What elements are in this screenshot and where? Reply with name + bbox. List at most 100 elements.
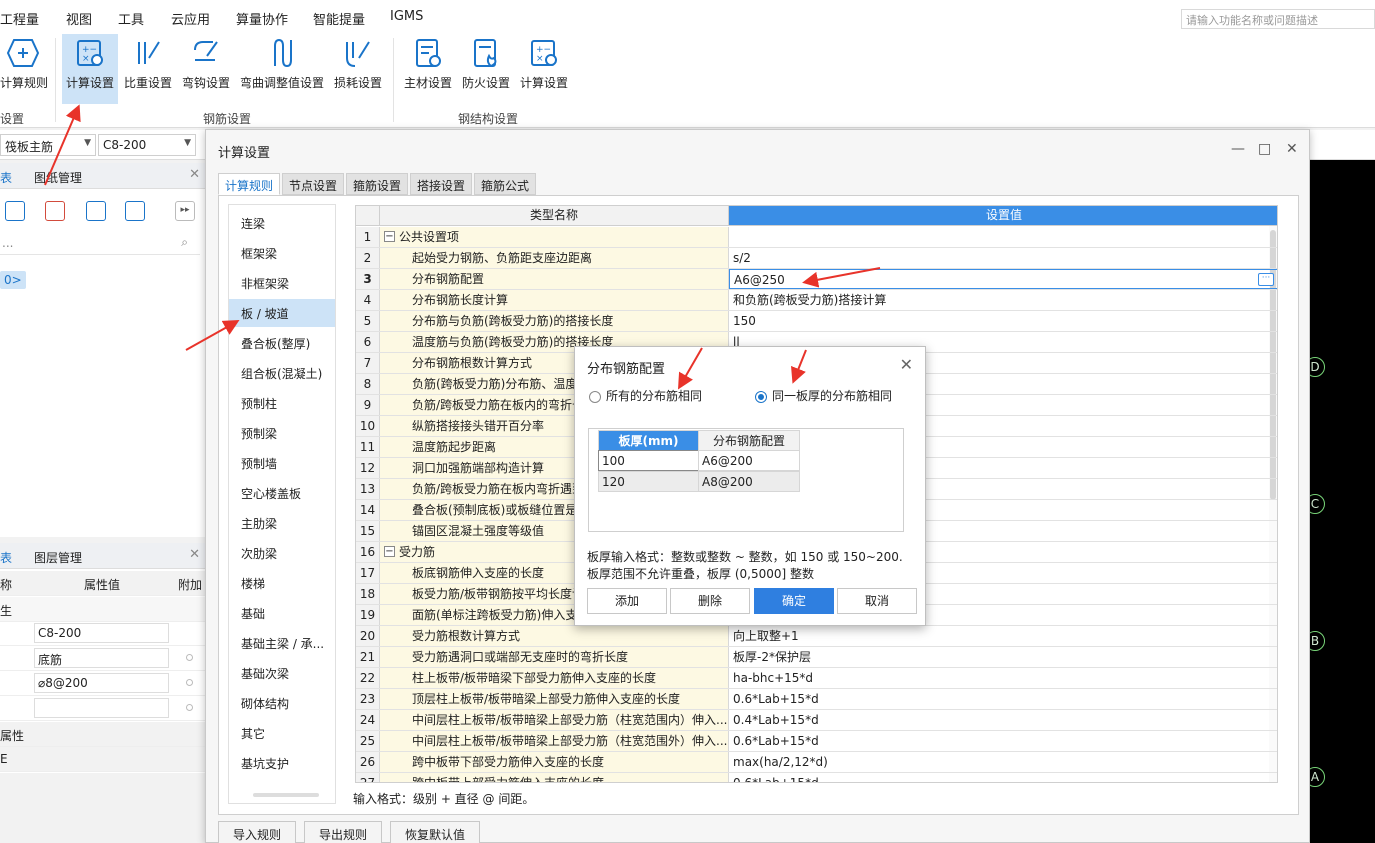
ok-button[interactable]: 确定: [754, 588, 834, 614]
config-cell[interactable]: A8@200: [698, 471, 800, 492]
menu-cloud[interactable]: 云应用: [171, 9, 210, 28]
table-row[interactable]: 3 分布钢筋配置 A6@250 ···: [356, 269, 1277, 290]
tab-lap-settings[interactable]: 搭接设置: [410, 173, 473, 195]
calc-settings-button[interactable]: +− × 计算设置: [62, 34, 118, 104]
nav-scrollbar[interactable]: [253, 793, 319, 797]
nav-item[interactable]: 其它: [229, 719, 335, 747]
delete-icon[interactable]: [45, 201, 65, 221]
nav-item[interactable]: 基础次梁: [229, 659, 335, 687]
setting-value[interactable]: ha-bhc+15*d: [729, 668, 1277, 688]
close-icon[interactable]: ✕: [189, 547, 200, 562]
table-row[interactable]: 4 分布钢筋长度计算 和负筋(跨板受力筋)搭接计算: [356, 290, 1277, 311]
nav-item[interactable]: 预制柱: [229, 389, 335, 417]
setting-value[interactable]: s/2: [729, 248, 1277, 268]
tab-calc-rules[interactable]: 计算规则: [218, 173, 281, 195]
hook-settings-button[interactable]: 弯钩设置: [180, 34, 232, 104]
maximize-icon[interactable]: □: [1258, 141, 1271, 157]
nav-item[interactable]: 次肋梁: [229, 539, 335, 567]
tab-stirrup-settings[interactable]: 箍筋设置: [346, 173, 409, 195]
setting-value[interactable]: 0.4*Lab+15*d: [729, 710, 1277, 730]
nav-item[interactable]: 组合板(混凝土): [229, 359, 335, 387]
copy-icon[interactable]: [5, 201, 25, 221]
nav-item[interactable]: 连梁: [229, 209, 335, 237]
specific-gravity-button[interactable]: 比重设置: [122, 34, 174, 104]
setting-value[interactable]: 向上取整+1: [729, 626, 1277, 646]
nav-item[interactable]: 砌体结构: [229, 689, 335, 717]
menu-tools[interactable]: 工具: [118, 9, 144, 28]
menu-igms[interactable]: IGMS: [390, 9, 423, 24]
close-icon[interactable]: ✕: [900, 355, 913, 374]
tab-stirrup-formula[interactable]: 箍筋公式: [474, 173, 537, 195]
table-row[interactable]: 26 跨中板带下部受力筋伸入支座的长度 max(ha/2,12*d): [356, 752, 1277, 773]
table-row[interactable]: 20 受力筋根数计算方式 向上取整+1: [356, 626, 1277, 647]
setting-value[interactable]: 150: [729, 311, 1277, 331]
nav-item[interactable]: 空心楼盖板: [229, 479, 335, 507]
add-button[interactable]: 添加: [587, 588, 667, 614]
table-row[interactable]: 24 中间层柱上板带/板带暗梁上部受力筋（柱宽范围内）伸入... 0.4*Lab+1…: [356, 710, 1277, 731]
radio-all-same[interactable]: 所有的分布筋相同: [589, 387, 702, 404]
nav-item[interactable]: 楼梯: [229, 569, 335, 597]
minimize-icon[interactable]: —: [1231, 141, 1245, 157]
thickness-cell[interactable]: 100: [598, 450, 699, 471]
table-row[interactable]: 2 起始受力钢筋、负筋距支座边距离 s/2: [356, 248, 1277, 269]
tab-table[interactable]: 表: [0, 169, 12, 186]
fireproof-button[interactable]: 防火设置: [460, 34, 512, 104]
collapse-icon[interactable]: −: [384, 546, 395, 557]
type-select[interactable]: 筏板主筋 ▼: [0, 134, 96, 156]
config-cell[interactable]: A6@200: [698, 450, 800, 471]
nav-item[interactable]: 板 / 坡道: [229, 299, 335, 327]
table-row[interactable]: 22 柱上板带/板带暗梁下部受力筋伸入支座的长度 ha-bhc+15*d: [356, 668, 1277, 689]
import-rules-button[interactable]: 导入规则: [218, 821, 297, 843]
tab-layer-manage[interactable]: 图层管理: [34, 549, 82, 566]
menu-smart[interactable]: 智能提量: [313, 9, 365, 28]
nav-item[interactable]: 基坑支护: [229, 749, 335, 777]
setting-value[interactable]: A6@250 ···: [729, 269, 1277, 289]
main-material-button[interactable]: 主材设置: [402, 34, 454, 104]
tree-chip[interactable]: 0>: [0, 271, 26, 289]
nav-item[interactable]: 预制梁: [229, 419, 335, 447]
setting-value[interactable]: 0.6*Lab+15*d: [729, 689, 1277, 709]
menu-collab[interactable]: 算量协作: [236, 9, 288, 28]
tab-drawing-manage[interactable]: 图纸管理: [34, 169, 82, 186]
delete-button[interactable]: 删除: [670, 588, 750, 614]
tab-node-settings[interactable]: 节点设置: [282, 173, 345, 195]
table-row[interactable]: 23 顶层柱上板带/板带暗梁上部受力筋伸入支座的长度 0.6*Lab+15*d: [356, 689, 1277, 710]
table-row[interactable]: 25 中间层柱上板带/板带暗梁上部受力筋（柱宽范围外）伸入... 0.6*Lab+1…: [356, 731, 1277, 752]
setting-value[interactable]: 0.6*Lab+15*d: [729, 773, 1277, 782]
thickness-cell[interactable]: 120: [598, 471, 699, 492]
setting-value[interactable]: 0.6*Lab+15*d: [729, 731, 1277, 751]
bend-adjust-button[interactable]: 弯曲调整值设置: [238, 34, 326, 104]
property-section[interactable]: 属性: [0, 722, 206, 747]
steel-calc-settings-button[interactable]: +− × 计算设置: [518, 34, 570, 104]
radio-same-thickness[interactable]: 同一板厚的分布筋相同: [755, 387, 892, 404]
nav-item[interactable]: 叠合板(整厚): [229, 329, 335, 357]
panel-search[interactable]: ... ⌕: [0, 233, 200, 255]
table-row[interactable]: 5 分布筋与负筋(跨板受力筋)的搭接长度 150: [356, 311, 1277, 332]
nav-item[interactable]: 预制墙: [229, 449, 335, 477]
expand-icon[interactable]: ▸▸: [175, 201, 195, 221]
table-row[interactable]: 1− 公共设置项: [356, 227, 1277, 248]
checkbox[interactable]: [186, 679, 193, 686]
restore-defaults-button[interactable]: 恢复默认值: [390, 821, 481, 843]
calc-rules-button[interactable]: 计算规则: [0, 34, 48, 104]
checkbox[interactable]: [186, 654, 193, 661]
export-rules-button[interactable]: 导出规则: [304, 821, 383, 843]
nav-item[interactable]: 非框架梁: [229, 269, 335, 297]
tab-table[interactable]: 表: [0, 549, 12, 566]
loss-settings-button[interactable]: 损耗设置: [332, 34, 384, 104]
table-row[interactable]: 21 受力筋遇洞口或端部无支座时的弯折长度 板厚-2*保护层: [356, 647, 1277, 668]
duplicate-icon[interactable]: [86, 201, 106, 221]
setting-value[interactable]: 板厚-2*保护层: [729, 647, 1277, 667]
spec-select[interactable]: C8-200 ▼: [98, 134, 196, 156]
setting-value[interactable]: max(ha/2,12*d): [729, 752, 1277, 772]
menu-view[interactable]: 视图: [66, 9, 92, 28]
setting-value[interactable]: [729, 227, 1277, 247]
nav-item[interactable]: 主肋梁: [229, 509, 335, 537]
collapse-icon[interactable]: −: [384, 231, 395, 242]
nav-item[interactable]: 基础主梁 / 承...: [229, 629, 335, 657]
layer-icon[interactable]: [125, 201, 145, 221]
more-icon[interactable]: ···: [1258, 273, 1274, 286]
property-section[interactable]: E: [0, 747, 206, 772]
close-icon[interactable]: ✕: [1286, 141, 1298, 157]
nav-item[interactable]: 基础: [229, 599, 335, 627]
